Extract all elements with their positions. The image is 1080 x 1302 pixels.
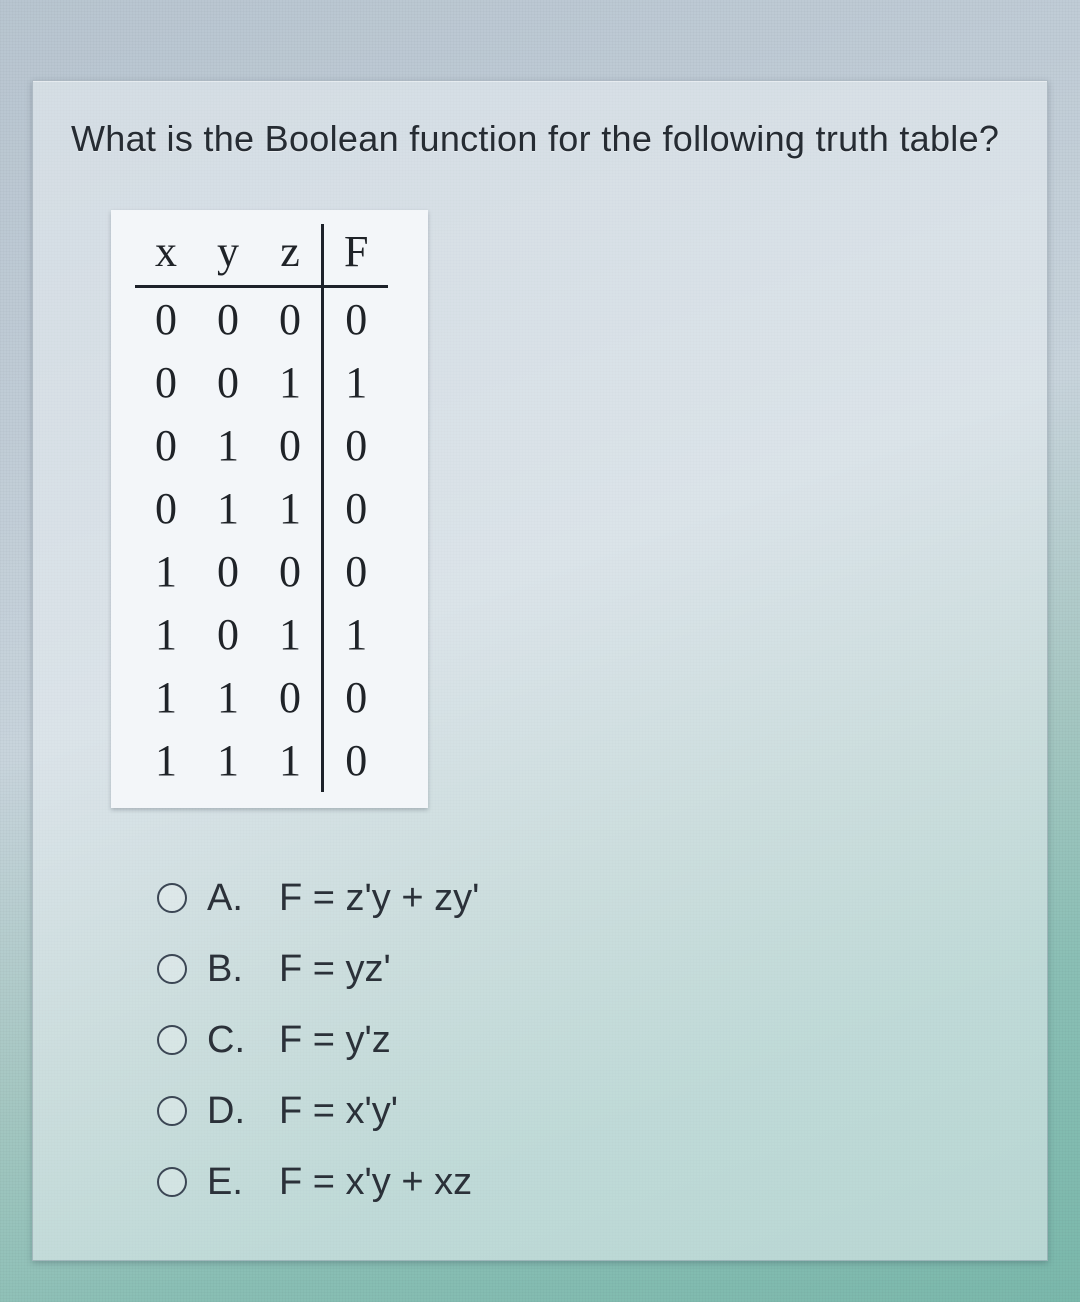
option-letter: D. <box>207 1090 259 1133</box>
question-card: What is the Boolean function for the fol… <box>32 80 1048 1261</box>
cell-y: 1 <box>197 477 259 540</box>
radio-icon <box>157 1025 187 1055</box>
radio-icon <box>157 883 187 913</box>
radio-icon <box>157 954 187 984</box>
option-letter: B. <box>207 948 259 991</box>
table-row: 1 0 0 0 <box>135 540 388 603</box>
cell-f: 0 <box>323 729 389 792</box>
option-letter: A. <box>207 877 259 920</box>
cell-y: 0 <box>197 286 259 351</box>
cell-z: 1 <box>259 351 323 414</box>
cell-f: 0 <box>323 414 389 477</box>
cell-x: 1 <box>135 666 197 729</box>
option-letter: C. <box>207 1019 259 1062</box>
question-text: What is the Boolean function for the fol… <box>71 115 1009 164</box>
truth-table-block: x y z F 0 0 0 0 0 0 1 1 0 1 0 0 <box>111 210 428 808</box>
col-header-y: y <box>197 224 259 287</box>
cell-z: 1 <box>259 603 323 666</box>
option-e[interactable]: E. F = x'y + xz <box>157 1161 1013 1204</box>
table-row: 1 1 0 0 <box>135 666 388 729</box>
cell-f: 0 <box>323 540 389 603</box>
option-expression: F = y'z <box>279 1019 391 1062</box>
table-row: 1 1 1 0 <box>135 729 388 792</box>
option-letter: E. <box>207 1161 259 1204</box>
col-header-z: z <box>259 224 323 287</box>
option-expression: F = x'y + xz <box>279 1161 472 1204</box>
cell-z: 0 <box>259 286 323 351</box>
table-header-row: x y z F <box>135 224 388 287</box>
cell-f: 0 <box>323 477 389 540</box>
cell-y: 1 <box>197 729 259 792</box>
cell-x: 0 <box>135 477 197 540</box>
radio-icon <box>157 1167 187 1197</box>
col-header-f: F <box>323 224 389 287</box>
option-b[interactable]: B. F = yz' <box>157 948 1013 991</box>
table-row: 0 1 1 0 <box>135 477 388 540</box>
truth-table: x y z F 0 0 0 0 0 0 1 1 0 1 0 0 <box>135 224 388 792</box>
option-expression: F = yz' <box>279 948 391 991</box>
table-row: 0 1 0 0 <box>135 414 388 477</box>
cell-z: 1 <box>259 729 323 792</box>
radio-icon <box>157 1096 187 1126</box>
option-expression: F = x'y' <box>279 1090 398 1133</box>
table-row: 1 0 1 1 <box>135 603 388 666</box>
table-row: 0 0 0 0 <box>135 286 388 351</box>
cell-f: 1 <box>323 351 389 414</box>
cell-x: 1 <box>135 540 197 603</box>
cell-z: 0 <box>259 666 323 729</box>
cell-f: 1 <box>323 603 389 666</box>
option-expression: F = z'y + zy' <box>279 877 479 920</box>
cell-y: 1 <box>197 414 259 477</box>
cell-y: 0 <box>197 603 259 666</box>
option-a[interactable]: A. F = z'y + zy' <box>157 877 1013 920</box>
cell-z: 0 <box>259 540 323 603</box>
cell-x: 0 <box>135 351 197 414</box>
cell-x: 1 <box>135 603 197 666</box>
cell-y: 1 <box>197 666 259 729</box>
cell-y: 0 <box>197 351 259 414</box>
option-d[interactable]: D. F = x'y' <box>157 1090 1013 1133</box>
table-row: 0 0 1 1 <box>135 351 388 414</box>
cell-x: 1 <box>135 729 197 792</box>
cell-z: 0 <box>259 414 323 477</box>
option-c[interactable]: C. F = y'z <box>157 1019 1013 1062</box>
cell-x: 0 <box>135 286 197 351</box>
cell-f: 0 <box>323 286 389 351</box>
cell-x: 0 <box>135 414 197 477</box>
col-header-x: x <box>135 224 197 287</box>
options-list: A. F = z'y + zy' B. F = yz' C. F = y'z D… <box>157 877 1013 1204</box>
cell-y: 0 <box>197 540 259 603</box>
cell-f: 0 <box>323 666 389 729</box>
cell-z: 1 <box>259 477 323 540</box>
